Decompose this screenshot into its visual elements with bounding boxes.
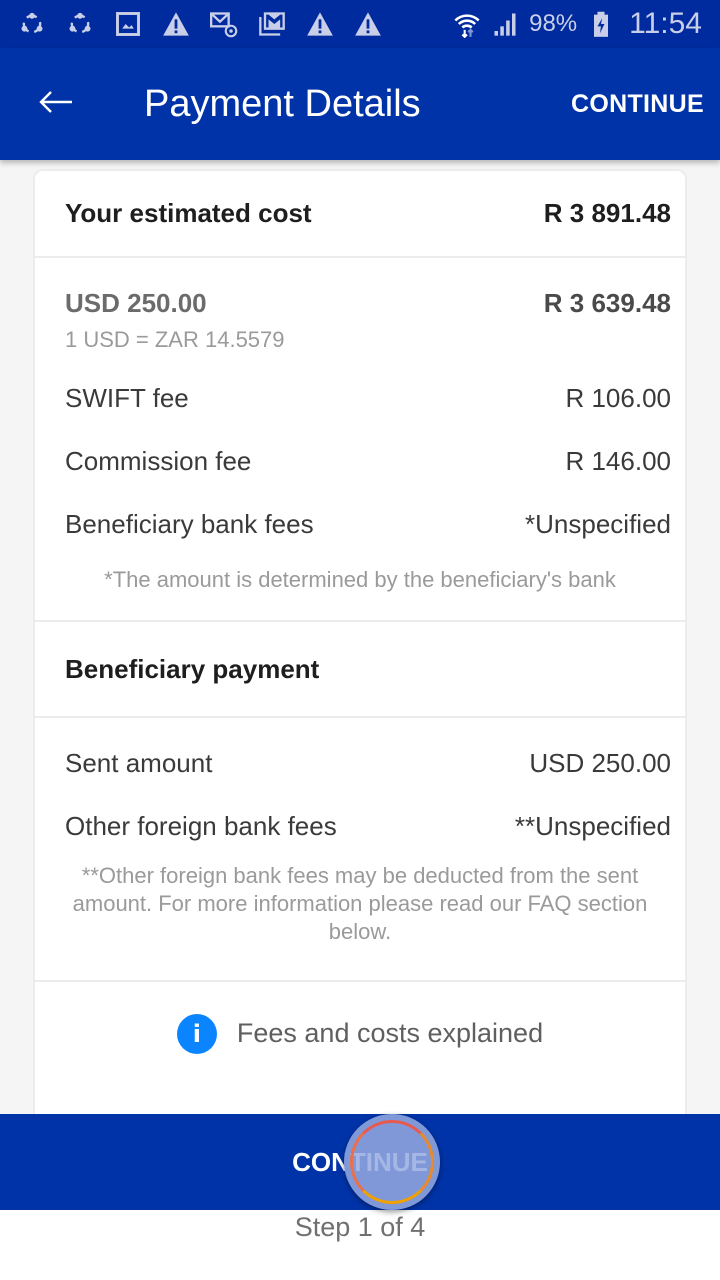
arrow-left-icon [39,90,73,119]
app-bar: Payment Details CONTINUE [0,48,720,160]
fee-row: Beneficiary bank fees *Unspecified [35,509,685,540]
warning-icon [162,10,190,38]
beneficiary-value: **Unspecified [514,811,671,841]
beneficiary-row: Sent amount USD 250.00 [35,748,685,779]
fees-explained-link[interactable]: i Fees and costs explained [35,982,685,1085]
fee-label: Commission fee [65,446,252,476]
beneficiary-row: Other foreign bank fees **Unspecified [35,811,685,842]
beneficiary-heading-section: Beneficiary payment [35,622,685,718]
signal-icon [491,10,519,38]
beneficiary-label: Other foreign bank fees [65,811,337,841]
warning-icon [354,10,382,38]
sync-share-icon [18,10,46,38]
battery-charging-icon [587,10,615,38]
fee-value: R 106.00 [565,383,671,413]
payment-details-card: Your estimated cost R 3 891.48 USD 250.0… [33,169,687,1240]
continue-button[interactable]: CONTINUE [0,1114,720,1210]
beneficiary-section: Sent amount USD 250.00 Other foreign ban… [35,718,685,982]
fee-row: Commission fee R 146.00 [35,446,685,477]
fee-row: SWIFT fee R 106.00 [35,383,685,414]
conversion-row: USD 250.00 R 3 639.48 [35,288,685,319]
local-amount: R 3 639.48 [543,288,671,318]
breakdown-section: USD 250.00 R 3 639.48 1 USD = ZAR 14.557… [35,258,685,622]
estimated-cost-value: R 3 891.48 [543,198,671,228]
wifi-icon [453,10,481,38]
page-title: Payment Details [144,82,421,125]
continue-header-button[interactable]: CONTINUE [571,90,704,119]
scroll-content[interactable]: Your estimated cost R 3 891.48 USD 250.0… [0,160,720,1240]
gmail-icon [258,10,286,38]
beneficiary-heading-row: Beneficiary payment [35,622,685,716]
foreign-amount: USD 250.00 [65,288,207,318]
step-indicator: Step 1 of 4 [294,1212,426,1242]
beneficiary-fee-note: *The amount is determined by the benefic… [104,567,616,592]
info-icon: i [176,1013,217,1054]
status-bar: 98% 11:54 [0,0,720,48]
sync-share-icon [66,10,94,38]
estimated-cost-label: Your estimated cost [65,198,312,228]
notification-icons [18,10,382,38]
gallery-icon [114,10,142,38]
beneficiary-label: Sent amount [65,748,213,778]
clock: 11:54 [629,7,702,40]
exchange-rate: 1 USD = ZAR 14.5579 [65,327,285,352]
back-button[interactable] [28,76,84,132]
estimated-cost-section: Your estimated cost R 3 891.48 [35,171,685,258]
battery-percent: 98% [529,10,578,37]
beneficiary-heading: Beneficiary payment [65,653,320,684]
warning-icon [306,10,334,38]
estimated-cost-row: Your estimated cost R 3 891.48 [35,171,685,256]
email-at-icon [210,10,238,38]
foreign-fee-note: **Other foreign bank fees may be deducte… [72,863,648,944]
fee-value: R 146.00 [565,446,671,476]
fees-explained-label: Fees and costs explained [236,1018,544,1048]
beneficiary-value: USD 250.00 [529,748,671,778]
fee-label: Beneficiary bank fees [65,509,314,539]
fee-value: *Unspecified [525,509,671,539]
bottom-bar: CONTINUE [0,1114,720,1280]
system-status: 98% 11:54 [453,7,702,41]
fee-label: SWIFT fee [65,383,189,413]
